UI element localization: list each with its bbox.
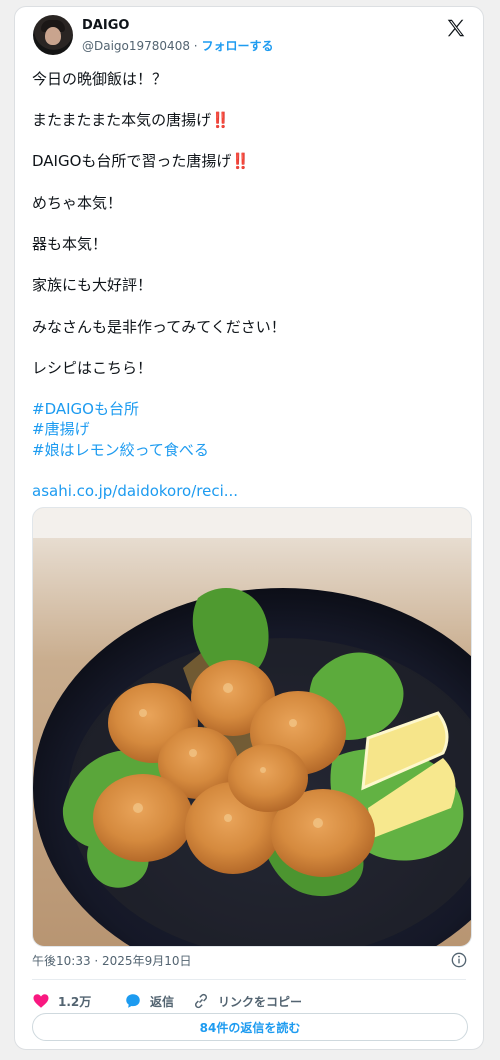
hashtag-link[interactable]: #DAIGOも台所: [32, 399, 139, 419]
reply-button[interactable]: 返信: [124, 987, 174, 1015]
tweet-line: DAIGOも台所で習った唐揚げ‼️: [32, 151, 250, 171]
copy-link-label: リンクをコピー: [218, 994, 303, 1009]
tweet-line: 器も本気！: [32, 235, 108, 253]
x-logo-icon[interactable]: [445, 17, 467, 39]
reply-label: 返信: [150, 994, 175, 1009]
copy-link-button[interactable]: リンクをコピー: [192, 987, 302, 1015]
avatar-face: [45, 27, 61, 45]
user-handle[interactable]: @Daigo19780408: [82, 39, 190, 53]
link-icon: [194, 993, 208, 1009]
follow-button[interactable]: フォローする: [201, 39, 273, 53]
hashtag-link[interactable]: #唐揚げ: [32, 419, 90, 439]
tweet-line-text: DAIGOも台所で習った唐揚げ: [32, 152, 232, 170]
tweet-line: みなさんも是非作ってみてください！: [32, 318, 286, 336]
separator-dot: ·: [193, 39, 198, 53]
tweet-line: またまたまた本気の唐揚げ‼️: [32, 110, 230, 130]
reply-bubble-icon: [126, 994, 140, 1008]
like-count: 1.2万: [58, 994, 92, 1009]
action-bar: 1.2万 返信 リンクをコピー: [32, 987, 468, 1015]
heart-icon: [33, 994, 49, 1008]
tweet-line: めちゃ本気！: [32, 194, 123, 212]
tweet-line: レシピはこちら！: [32, 359, 153, 377]
handle-row: @Daigo19780408 · フォローする: [82, 38, 273, 54]
avatar[interactable]: [33, 15, 73, 55]
divider: [32, 979, 466, 980]
info-icon[interactable]: [451, 952, 467, 968]
tweet-card: DAIGO @Daigo19780408 · フォローする 今日の晩御飯は！？ …: [14, 6, 484, 1050]
like-button[interactable]: 1.2万: [32, 987, 91, 1015]
tweet-line: 今日の晩御飯は！？: [32, 70, 168, 88]
tweet-timestamp[interactable]: 午後10:33 · 2025年9月10日: [32, 953, 191, 969]
tweet-photo[interactable]: [32, 507, 472, 947]
tweet-line-text: またまたまた本気の唐揚げ: [32, 111, 212, 129]
recipe-link[interactable]: asahi.co.jp/daidokoro/reci...: [32, 481, 238, 501]
tweet-line: 家族にも大好評！: [32, 276, 153, 294]
double-exclamation-icon: ‼️: [231, 152, 250, 170]
read-replies-button[interactable]: 84件の返信を読む: [32, 1013, 468, 1041]
hashtag-link[interactable]: #娘はレモン絞って食べる: [32, 440, 209, 460]
display-name[interactable]: DAIGO: [82, 18, 129, 34]
karaage-photo-illustration: [33, 508, 471, 946]
double-exclamation-icon: ‼️: [211, 111, 230, 129]
